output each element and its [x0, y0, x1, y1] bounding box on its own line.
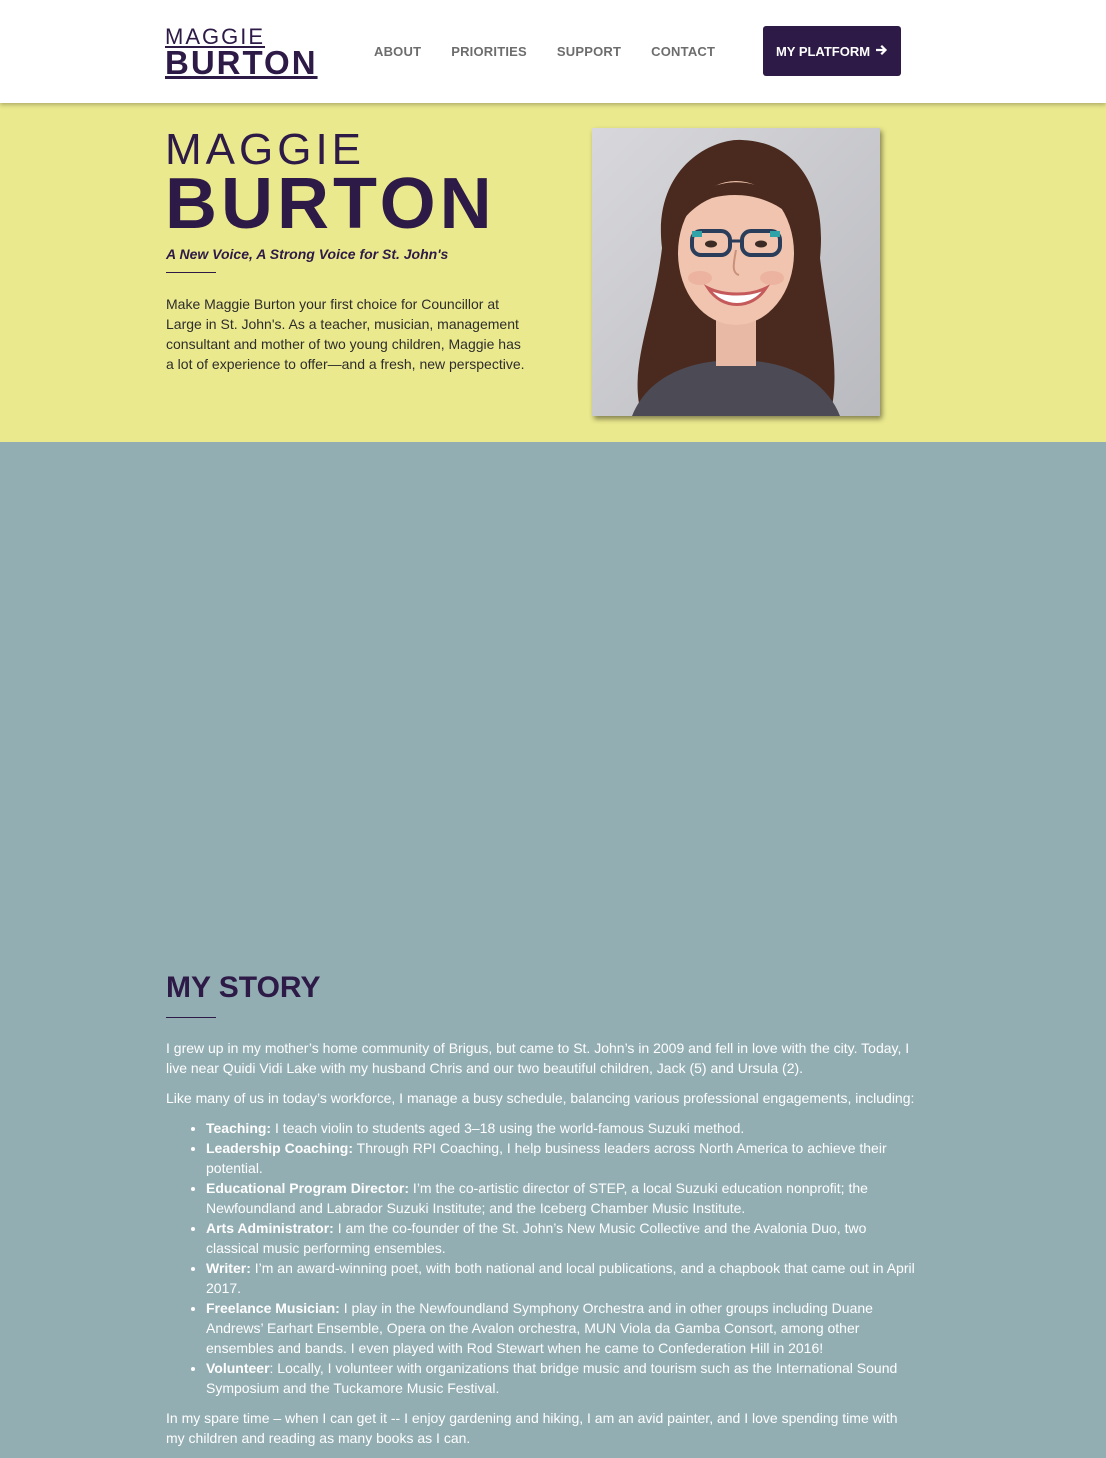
story-divider — [166, 1017, 216, 1018]
nav-support[interactable]: SUPPORT — [557, 44, 621, 59]
list-item-label: Teaching: — [206, 1120, 272, 1136]
list-item: Volunteer: Locally, I volunteer with org… — [206, 1358, 918, 1398]
engagements-list: Teaching: I teach violin to students age… — [166, 1118, 918, 1398]
list-item-label: Educational Program Director: — [206, 1180, 410, 1196]
list-item-text: I’m an award-winning poet, with both nat… — [206, 1260, 915, 1296]
hero-tagline: A New Voice, A Strong Voice for St. John… — [166, 246, 449, 262]
list-item: Educational Program Director: I’m the co… — [206, 1178, 918, 1218]
nav-priorities[interactable]: PRIORITIES — [451, 44, 527, 59]
list-item-text: : Locally, I volunteer with organization… — [206, 1360, 898, 1396]
arrow-right-icon — [875, 44, 888, 59]
hero-intro: Make Maggie Burton your first choice for… — [166, 296, 525, 372]
hero-divider — [166, 272, 216, 273]
list-item: Writer: I’m an award-winning poet, with … — [206, 1258, 918, 1298]
list-item-label: Writer: — [206, 1260, 251, 1276]
my-platform-button[interactable]: MY PLATFORM — [763, 26, 901, 76]
nav-contact[interactable]: CONTACT — [651, 44, 715, 59]
hero-name: MAGGIE BURTON — [165, 128, 496, 244]
site-header: MAGGIE BURTON ABOUT PRIORITIES SUPPORT C… — [0, 0, 1106, 103]
nav-about[interactable]: ABOUT — [374, 44, 421, 59]
main-nav: ABOUT PRIORITIES SUPPORT CONTACT — [374, 44, 745, 59]
list-item-label: Arts Administrator: — [206, 1220, 334, 1236]
list-item-label: Freelance Musician: — [206, 1300, 340, 1316]
logo-last-name: BURTON — [165, 44, 318, 81]
list-item: Leadership Coaching: Through RPI Coachin… — [206, 1138, 918, 1178]
list-item: Teaching: I teach violin to students age… — [206, 1118, 918, 1138]
story-title: MY STORY — [166, 971, 321, 1004]
story-paragraph-3: In my spare time – when I can get it -- … — [166, 1410, 898, 1446]
list-item: Arts Administrator: I am the co-founder … — [206, 1218, 918, 1258]
hero-last-name: BURTON — [165, 164, 496, 244]
list-item-text: I teach violin to students aged 3–18 usi… — [271, 1120, 745, 1136]
story-paragraph-1: I grew up in my mother’s home community … — [166, 1040, 910, 1076]
portrait-photo — [592, 128, 880, 416]
site-logo[interactable]: MAGGIE BURTON — [165, 26, 318, 81]
my-platform-label: MY PLATFORM — [775, 43, 871, 59]
list-item: Freelance Musician: I play in the Newfou… — [206, 1298, 918, 1358]
story-paragraph-2: Like many of us in today’s workforce, I … — [166, 1090, 915, 1106]
list-item-label: Volunteer — [206, 1360, 270, 1376]
list-item-label: Leadership Coaching: — [206, 1140, 354, 1156]
story-body: I grew up in my mother’s home community … — [166, 1038, 918, 1458]
